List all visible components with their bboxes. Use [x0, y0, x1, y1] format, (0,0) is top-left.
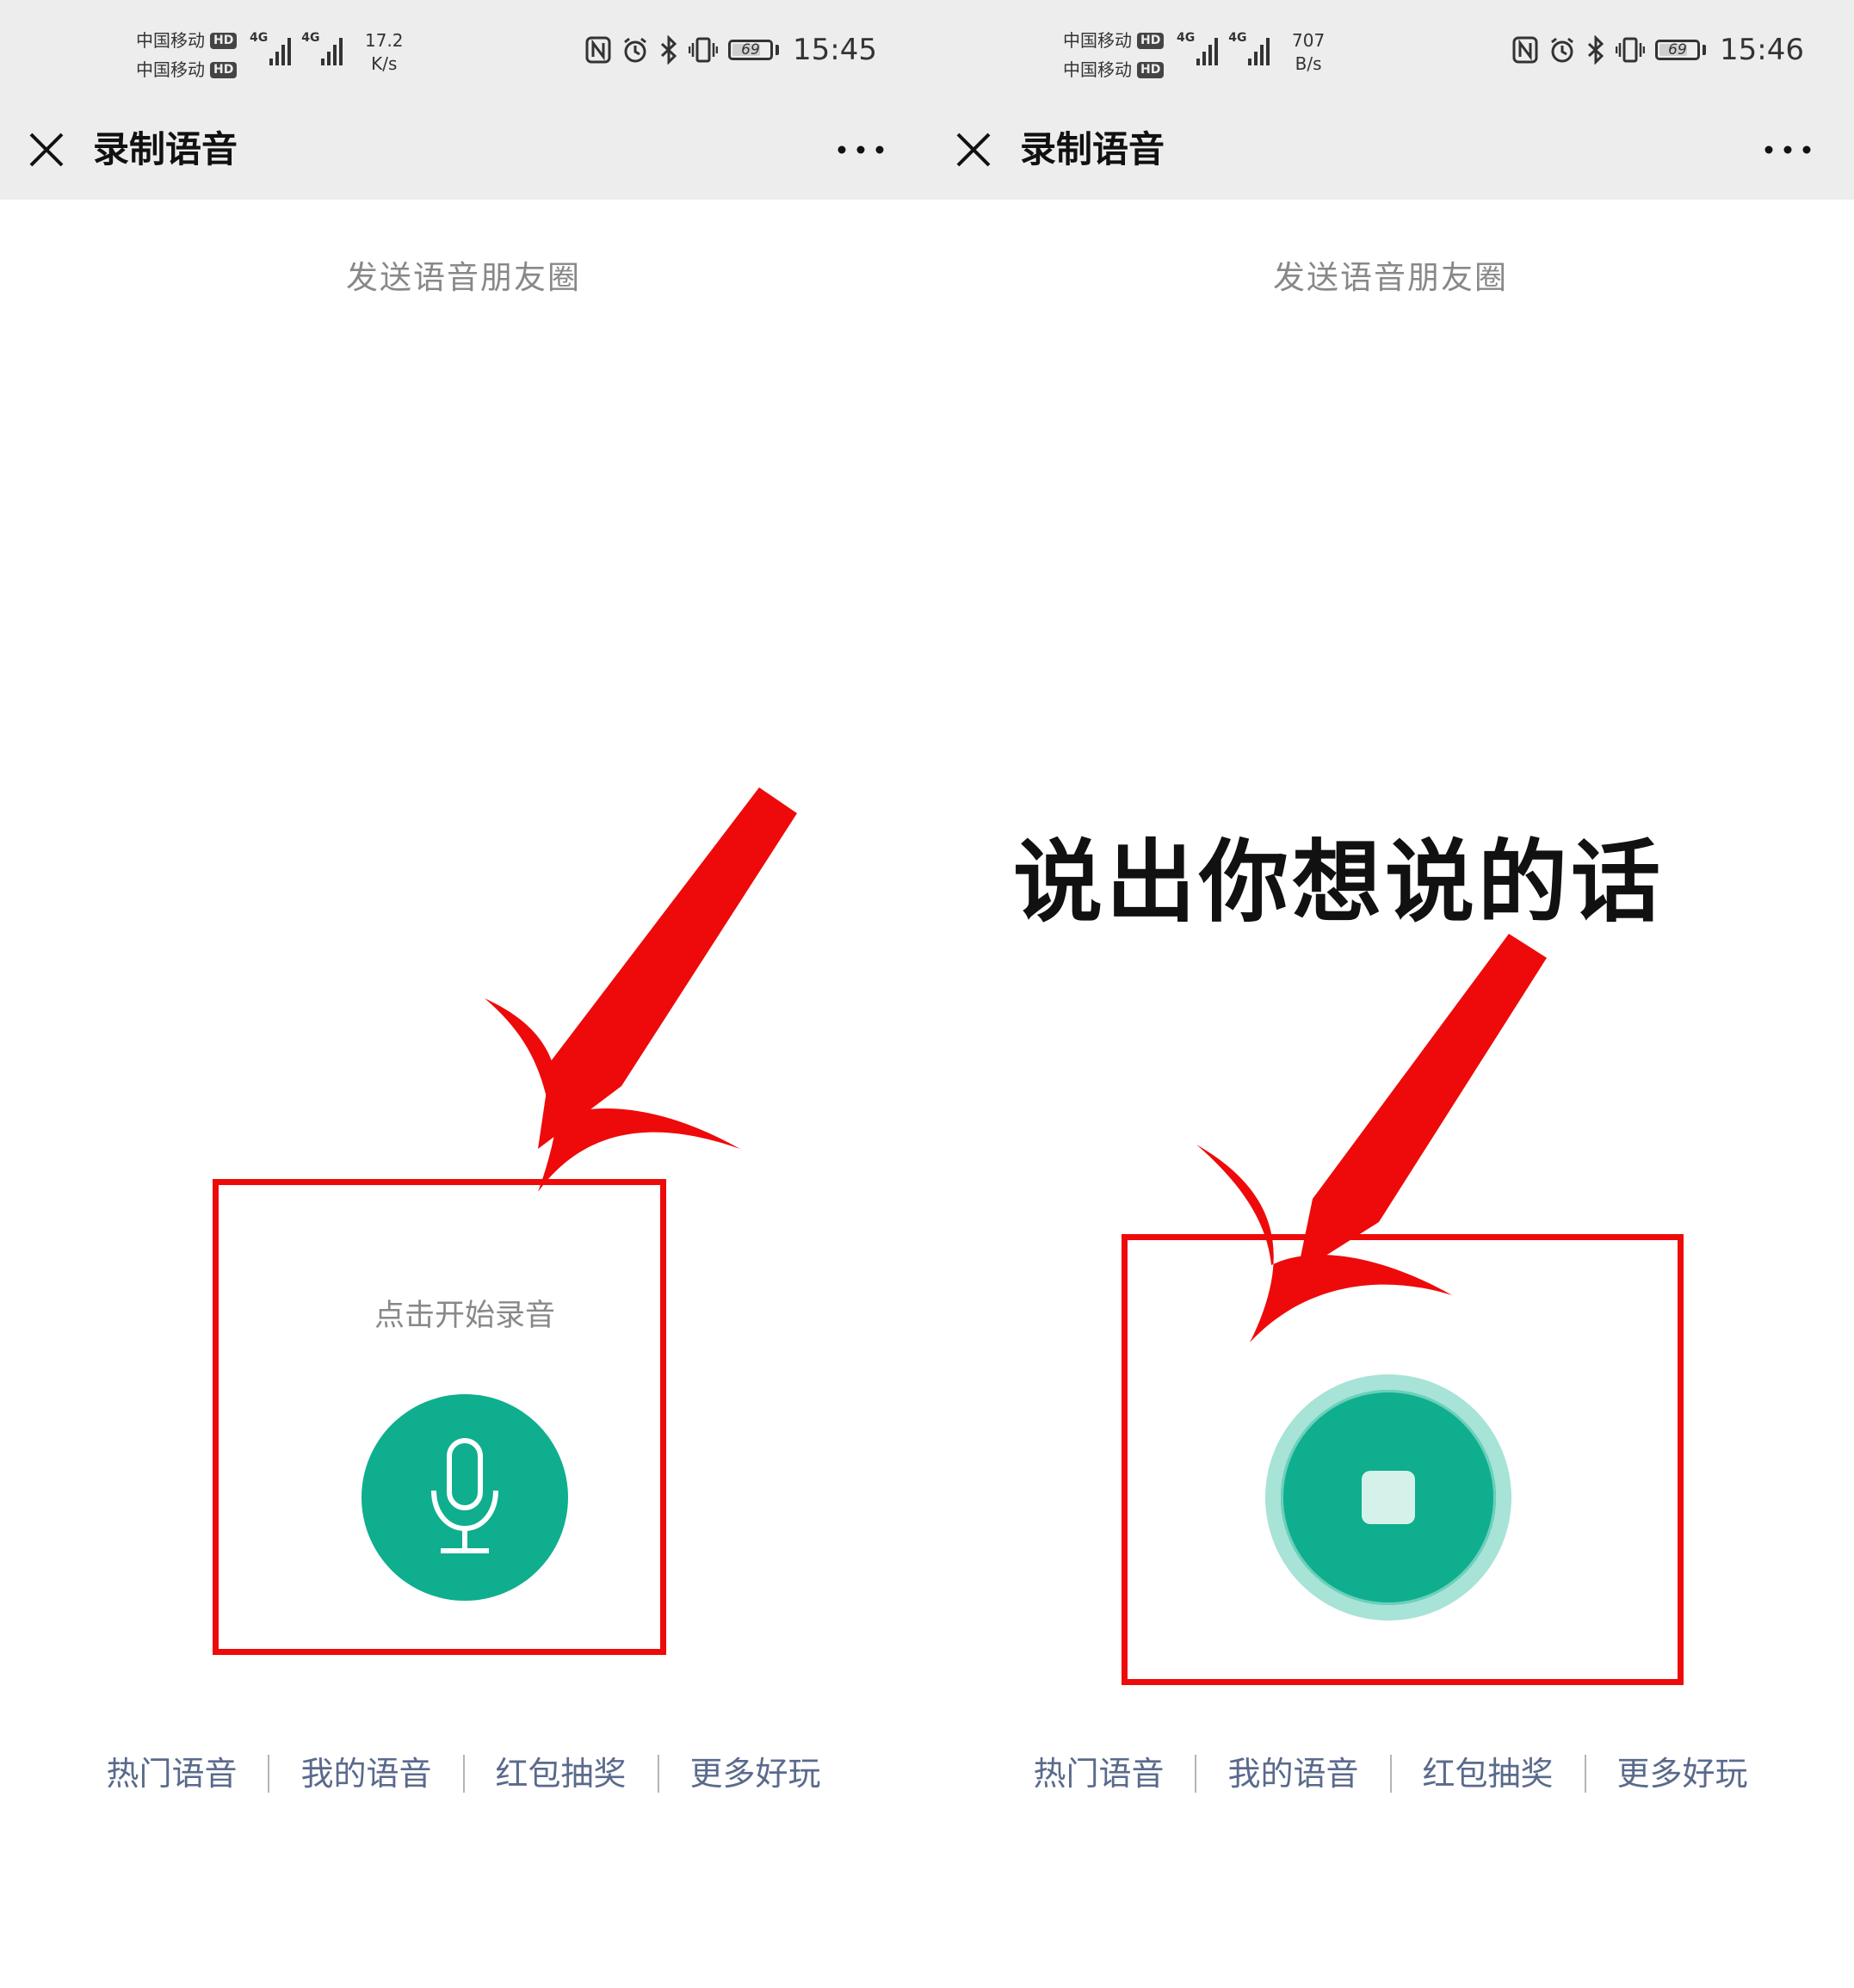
annotation-arrow-icon: [485, 787, 797, 1192]
annotation-arrow-icon: [1196, 934, 1547, 1343]
screen-while-recording: 中国移动 HD 中国移动 HD 4G 4G 707 B/s 69 15:46 录…: [927, 0, 1854, 1988]
screen-before-recording: 中国移动 HD 中国移动 HD 4G 4G 17.2 K/s 69 15:45 …: [0, 0, 927, 1988]
